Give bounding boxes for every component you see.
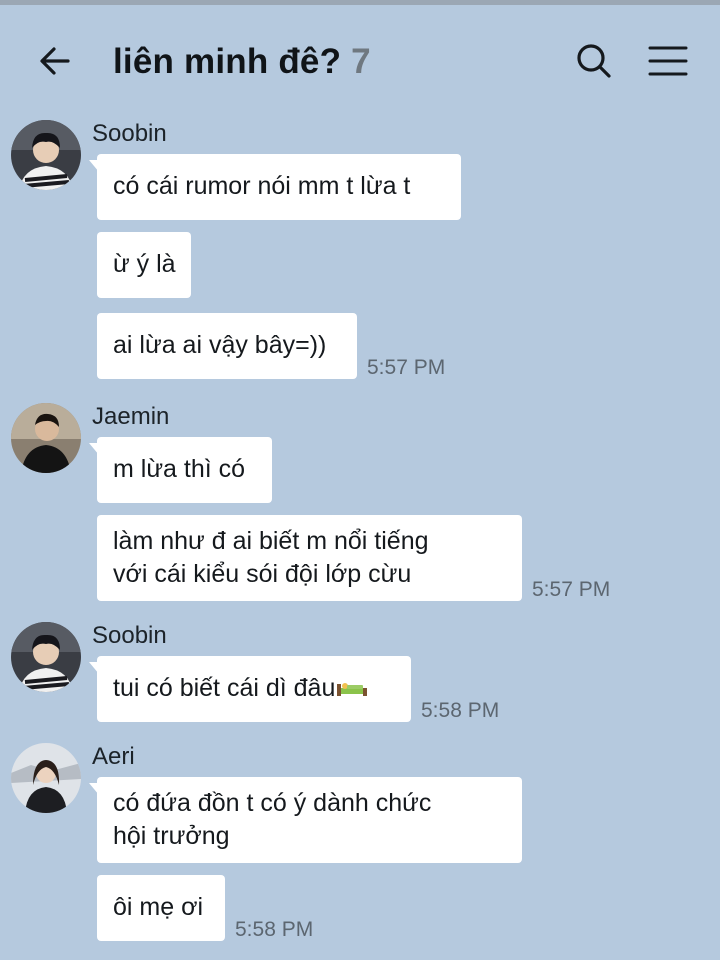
avatar-image	[11, 120, 81, 190]
message-bubble[interactable]: có đứa đồn t có ý dành chức hội trưởng	[97, 777, 522, 863]
message-bubble[interactable]: tui có biết cái dì đâu	[97, 656, 411, 722]
message-bubble[interactable]: m lừa thì có	[97, 437, 272, 503]
message-bubble[interactable]: làm như đ ai biết m nổi tiếng với cái ki…	[97, 515, 522, 601]
search-icon	[577, 44, 611, 78]
search-button[interactable]	[572, 39, 616, 83]
back-button[interactable]	[34, 39, 78, 83]
sender-name: Soobin	[92, 120, 167, 147]
hamburger-menu-icon	[648, 46, 688, 76]
message-timestamp: 5:58 PM	[421, 699, 500, 722]
message-text: tui có biết cái dì đâu	[113, 674, 336, 702]
menu-button[interactable]	[646, 39, 690, 83]
chat-header: liên minh đê? 7	[0, 5, 720, 110]
sender-name: Soobin	[92, 622, 167, 649]
avatar-image	[11, 743, 81, 813]
message-bubble[interactable]: ôi mẹ ơi	[97, 875, 225, 941]
avatar-image	[11, 403, 81, 473]
arrow-left-icon	[40, 47, 70, 75]
message-timestamp: 5:57 PM	[367, 356, 446, 379]
avatar-soobin[interactable]	[11, 622, 81, 692]
chat-title: liên minh đê? 7	[113, 42, 371, 82]
member-count: 7	[351, 42, 371, 81]
chat-name: liên minh đê?	[113, 42, 342, 81]
sender-name: Jaemin	[92, 403, 170, 430]
message-bubble[interactable]: ừ ý là	[97, 232, 191, 298]
message-timestamp: 5:58 PM	[235, 918, 314, 941]
avatar-jaemin[interactable]	[11, 403, 81, 473]
avatar-image	[11, 622, 81, 692]
avatar-aeri[interactable]	[11, 743, 81, 813]
message-bubble[interactable]: có cái rumor nói mm t lừa t	[97, 154, 461, 220]
avatar-soobin[interactable]	[11, 120, 81, 190]
message-bubble[interactable]: ai lừa ai vậy bây=))	[97, 313, 357, 379]
sender-name: Aeri	[92, 743, 135, 770]
bed-emoji	[337, 683, 368, 696]
message-timestamp: 5:57 PM	[532, 578, 611, 601]
